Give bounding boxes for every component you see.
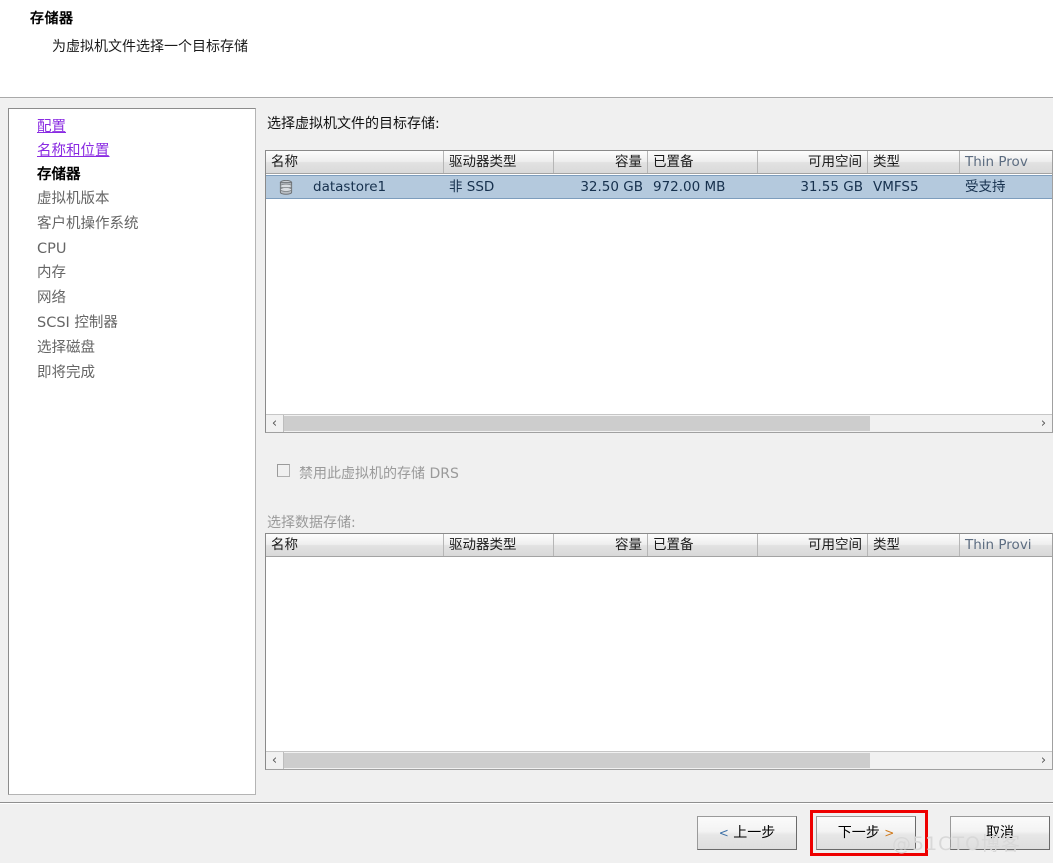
sidebar-item-network[interactable]: 网络	[37, 290, 66, 306]
sidebar-item-guest-os[interactable]: 客户机操作系统	[37, 216, 139, 232]
datastore-table[interactable]: 名称 驱动器类型 容量 已置备 可用空间 类型 Thin Prov datast…	[265, 150, 1053, 433]
column-header-name-2[interactable]: 名称	[266, 534, 444, 556]
column-header-thin-provision-2[interactable]: Thin Provi	[960, 534, 1052, 556]
column-header-provisioned[interactable]: 已置备	[648, 151, 758, 173]
scrollbar-thumb-2[interactable]	[284, 753, 870, 768]
wizard-step-sidebar: 配置 名称和位置 存储器 虚拟机版本 客户机操作系统 CPU 内存 网络 SCS…	[8, 108, 256, 795]
datastore-table-header: 名称 驱动器类型 容量 已置备 可用空间 类型 Thin Prov	[266, 151, 1052, 174]
datastore-table-hscrollbar[interactable]: ‹ ›	[266, 414, 1052, 432]
sidebar-item-memory[interactable]: 内存	[37, 265, 66, 281]
datastore-cluster-table[interactable]: 名称 驱动器类型 容量 已置备 可用空间 类型 Thin Provi ‹ ›	[265, 533, 1053, 770]
column-header-capacity-2[interactable]: 容量	[554, 534, 648, 556]
column-header-capacity[interactable]: 容量	[554, 151, 648, 173]
column-header-thin-provision[interactable]: Thin Prov	[960, 151, 1052, 173]
sidebar-item-scsi-controller[interactable]: SCSI 控制器	[37, 315, 118, 331]
sidebar-item-vm-version[interactable]: 虚拟机版本	[37, 191, 110, 207]
cell-provisioned: 972.00 MB	[653, 179, 726, 195]
cell-free-space: 31.55 GB	[800, 179, 863, 195]
sidebar-item-name-location[interactable]: 名称和位置	[37, 143, 110, 159]
sidebar-item-select-disk[interactable]: 选择磁盘	[37, 340, 95, 356]
wizard-header: 存储器 为虚拟机文件选择一个目标存储	[0, 0, 1053, 99]
wizard-body: 配置 名称和位置 存储器 虚拟机版本 客户机操作系统 CPU 内存 网络 SCS…	[0, 99, 1053, 802]
table-row[interactable]: datastore1 非 SSD 32.50 GB 972.00 MB 31.5…	[266, 175, 1052, 199]
column-header-type[interactable]: 类型	[868, 151, 960, 173]
page-title: 存储器	[30, 11, 74, 27]
cell-name: datastore1	[313, 179, 387, 195]
scrollbar-thumb[interactable]	[284, 416, 870, 431]
sidebar-item-storage[interactable]: 存储器	[37, 167, 81, 183]
target-storage-label: 选择虚拟机文件的目标存储:	[267, 116, 440, 132]
column-header-drive-type[interactable]: 驱动器类型	[444, 151, 554, 173]
back-arrow-icon: <	[718, 826, 729, 840]
cell-thin-provision: 受支持	[965, 179, 1006, 195]
cell-type: VMFS5	[873, 179, 919, 195]
column-header-type-2[interactable]: 类型	[868, 534, 960, 556]
footer-divider	[0, 802, 1053, 804]
disable-storage-drs-checkbox[interactable]	[277, 464, 290, 477]
column-header-name[interactable]: 名称	[266, 151, 444, 173]
cell-capacity: 32.50 GB	[580, 179, 643, 195]
column-header-free-space-2[interactable]: 可用空间	[758, 534, 868, 556]
datastore-cluster-table-header: 名称 驱动器类型 容量 已置备 可用空间 类型 Thin Provi	[266, 534, 1052, 557]
scroll-left-icon[interactable]: ‹	[266, 415, 284, 432]
sidebar-item-ready-complete[interactable]: 即将完成	[37, 365, 95, 381]
next-button-label: 下一步	[837, 825, 880, 841]
column-header-free-space[interactable]: 可用空间	[758, 151, 868, 173]
datastore-icon	[279, 180, 293, 195]
scroll-right-icon[interactable]: ›	[1035, 415, 1052, 432]
wizard-content-panel: 选择虚拟机文件的目标存储: 名称 驱动器类型 容量 已置备 可用空间 类型 Th…	[265, 108, 1053, 798]
disable-storage-drs-label: 禁用此虚拟机的存储 DRS	[299, 466, 459, 482]
cell-drive-type: 非 SSD	[449, 179, 495, 195]
select-datastore-label: 选择数据存储:	[267, 515, 356, 531]
sidebar-item-configuration[interactable]: 配置	[37, 119, 66, 135]
column-header-drive-type-2[interactable]: 驱动器类型	[444, 534, 554, 556]
back-button[interactable]: < 上一步	[697, 816, 797, 850]
next-arrow-icon: >	[884, 826, 895, 840]
scroll-left-icon-2[interactable]: ‹	[266, 752, 284, 769]
cancel-button-label: 取消	[986, 825, 1014, 841]
column-header-provisioned-2[interactable]: 已置备	[648, 534, 758, 556]
cancel-button[interactable]: 取消	[950, 816, 1050, 850]
page-subtitle: 为虚拟机文件选择一个目标存储	[52, 39, 248, 55]
sidebar-item-cpu[interactable]: CPU	[37, 241, 66, 257]
scroll-right-icon-2[interactable]: ›	[1035, 752, 1052, 769]
back-button-label: 上一步	[733, 825, 776, 841]
next-button[interactable]: 下一步 >	[816, 816, 916, 850]
datastore-cluster-table-hscrollbar[interactable]: ‹ ›	[266, 751, 1052, 769]
